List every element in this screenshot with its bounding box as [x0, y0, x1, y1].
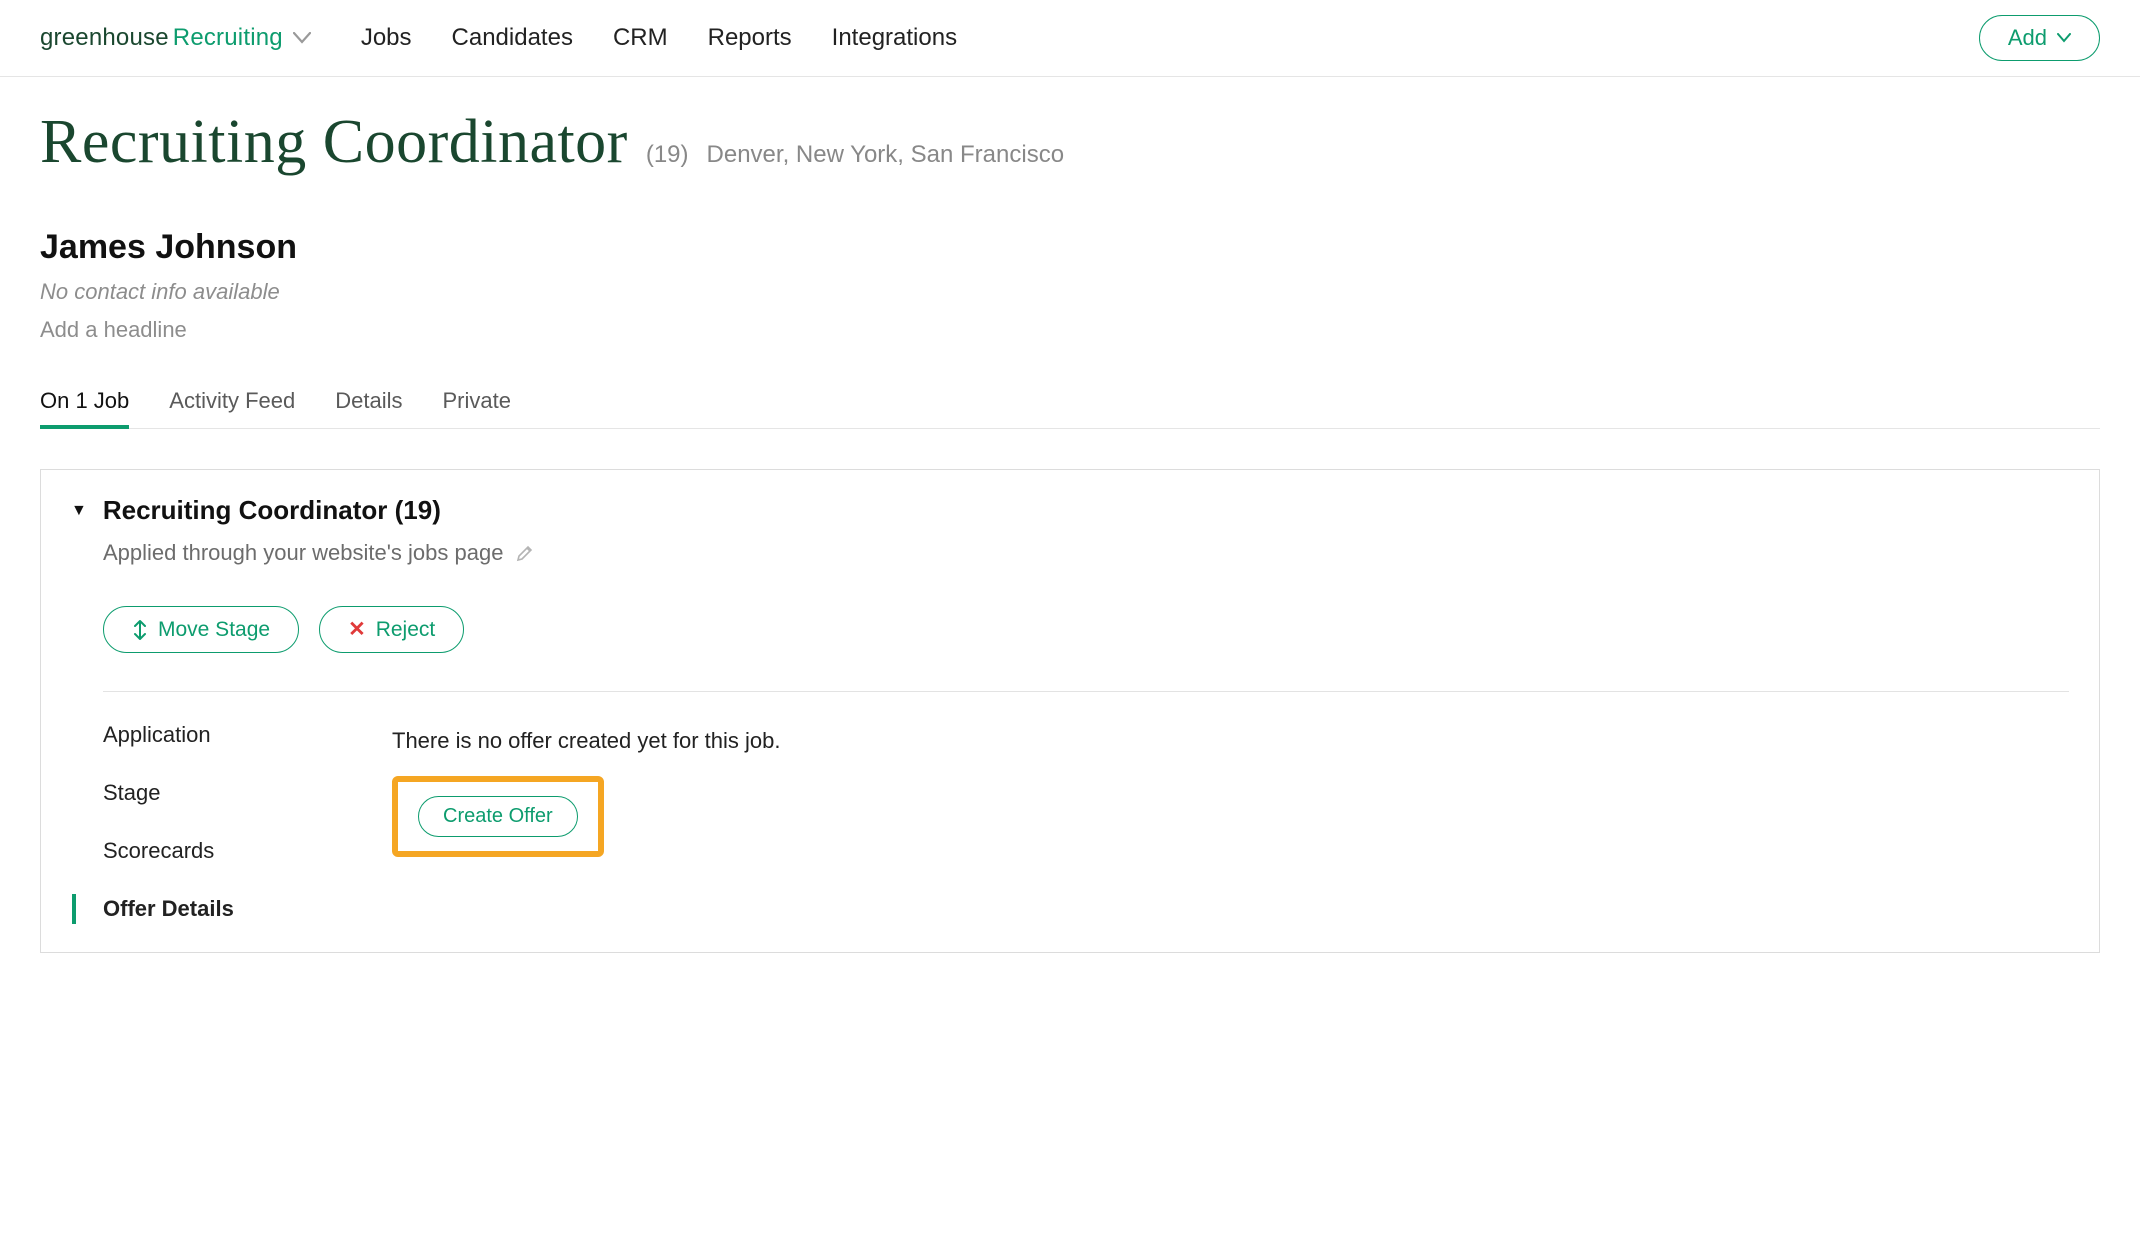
nav-integrations[interactable]: Integrations	[832, 24, 957, 52]
reject-label: Reject	[376, 618, 436, 642]
page-title: Recruiting Coordinator	[40, 107, 628, 178]
brand-chevron-down-icon[interactable]	[293, 32, 311, 44]
add-headline-link[interactable]: Add a headline	[40, 317, 2100, 343]
panel-job-title: Recruiting Coordinator (19)	[103, 495, 441, 526]
top-nav: greenhouse Recruiting Jobs Candidates CR…	[0, 0, 2140, 77]
move-stage-button[interactable]: Move Stage	[103, 606, 299, 653]
action-row: Move Stage ✕ Reject	[103, 606, 2069, 692]
side-scorecards[interactable]: Scorecards	[103, 838, 292, 864]
add-label: Add	[2008, 25, 2047, 51]
side-application[interactable]: Application	[103, 722, 292, 748]
nav-jobs[interactable]: Jobs	[361, 24, 412, 52]
reject-button[interactable]: ✕ Reject	[319, 606, 464, 653]
nav-reports[interactable]: Reports	[708, 24, 792, 52]
side-offer-details[interactable]: Offer Details	[103, 896, 292, 922]
pencil-icon[interactable]	[515, 543, 535, 563]
brand-recruiting: Recruiting	[169, 24, 283, 52]
move-stage-icon	[132, 619, 148, 641]
brand-greenhouse: greenhouse	[40, 24, 169, 52]
applied-text: Applied through your website's jobs page	[103, 540, 503, 566]
no-offer-text: There is no offer created yet for this j…	[392, 728, 2069, 754]
tab-private[interactable]: Private	[442, 388, 510, 428]
x-icon: ✕	[348, 617, 366, 642]
nav-candidates[interactable]: Candidates	[452, 24, 573, 52]
add-button[interactable]: Add	[1979, 15, 2100, 61]
page-count: (19)	[646, 141, 689, 169]
candidate-tabs: On 1 Job Activity Feed Details Private	[40, 388, 2100, 429]
tab-on-job[interactable]: On 1 Job	[40, 388, 129, 428]
no-contact-text: No contact info available	[40, 279, 2100, 305]
side-list: Application Stage Scorecards Offer Detai…	[72, 722, 292, 922]
move-stage-label: Move Stage	[158, 618, 270, 642]
brand[interactable]: greenhouse Recruiting	[40, 24, 311, 52]
job-panel: ▼ Recruiting Coordinator (19) Applied th…	[40, 469, 2100, 953]
tab-details[interactable]: Details	[335, 388, 402, 428]
create-offer-highlight: Create Offer	[392, 776, 604, 857]
candidate-block: James Johnson No contact info available …	[40, 228, 2100, 429]
chevron-down-icon	[2057, 33, 2071, 43]
applied-through: Applied through your website's jobs page	[103, 540, 2069, 566]
nav-items: Jobs Candidates CRM Reports Integrations	[361, 24, 957, 52]
side-stage[interactable]: Stage	[103, 780, 292, 806]
page-locations: Denver, New York, San Francisco	[707, 141, 1065, 169]
main-column: There is no offer created yet for this j…	[392, 722, 2069, 922]
caret-down-icon[interactable]: ▼	[71, 502, 87, 520]
create-offer-button[interactable]: Create Offer	[418, 796, 578, 837]
nav-crm[interactable]: CRM	[613, 24, 668, 52]
panel-body: Application Stage Scorecards Offer Detai…	[72, 722, 2069, 922]
job-panel-header[interactable]: ▼ Recruiting Coordinator (19)	[71, 495, 2069, 526]
page-title-row: Recruiting Coordinator (19) Denver, New …	[40, 107, 2100, 178]
tab-activity-feed[interactable]: Activity Feed	[169, 388, 295, 428]
candidate-name: James Johnson	[40, 228, 2100, 267]
